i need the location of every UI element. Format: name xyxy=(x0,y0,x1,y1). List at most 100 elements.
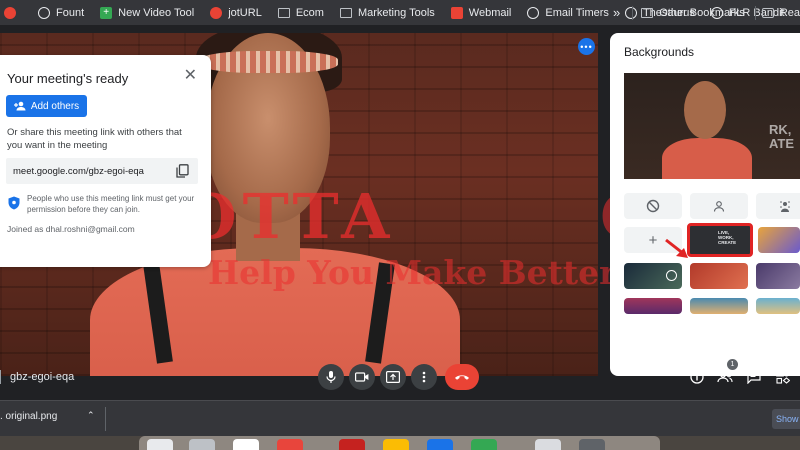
meet-area: HOTTA Help You Make Better OW Your meeti… xyxy=(0,25,800,400)
no-effect-icon xyxy=(646,199,660,213)
end-call-button[interactable] xyxy=(445,364,479,390)
divider xyxy=(0,370,1,384)
present-button[interactable] xyxy=(380,364,406,390)
meeting-ready-title: Your meeting's ready xyxy=(7,71,129,86)
bookmark-new-video-tool[interactable]: + New Video Tool xyxy=(100,6,195,19)
bookmarks-overflow-button[interactable]: » xyxy=(613,5,620,20)
permission-text: People who use this meeting link must ge… xyxy=(27,194,195,214)
copy-icon[interactable] xyxy=(176,164,189,178)
more-options-icon[interactable]: ••• xyxy=(578,38,595,55)
person-headband xyxy=(200,51,338,73)
globe-icon xyxy=(38,6,50,19)
bookmark-label: New Video Tool xyxy=(118,6,195,19)
background-tile[interactable] xyxy=(690,263,748,289)
activities-button[interactable] xyxy=(773,367,793,387)
bookmark-marketing-tools[interactable]: Marketing Tools xyxy=(339,6,435,19)
bookmark-label: jotURL xyxy=(228,6,262,19)
dock-app-icon[interactable] xyxy=(277,439,303,450)
bookmark-ecom[interactable]: Ecom xyxy=(277,6,324,19)
divider xyxy=(632,5,634,20)
close-icon[interactable]: ✕ xyxy=(184,68,197,84)
globe-icon xyxy=(527,6,540,19)
dock-app-icon[interactable] xyxy=(471,439,497,450)
background-tile-live-work-create[interactable]: LIVE, WORK, CREATE xyxy=(687,223,753,257)
download-bar: . original.png ⌃ Show a xyxy=(0,400,800,436)
more-options-button[interactable] xyxy=(411,364,437,390)
meeting-code-area: gbz-egoi-eqa xyxy=(0,370,74,384)
participants-button[interactable] xyxy=(715,367,735,387)
divider xyxy=(754,5,756,20)
folder-icon xyxy=(277,7,290,18)
share-text: Or share this meeting link with others t… xyxy=(7,127,182,151)
background-tile[interactable] xyxy=(624,263,682,289)
preview-person-head xyxy=(684,81,726,139)
meeting-ready-card: Your meeting's ready ✕ Add others Or sha… xyxy=(0,55,211,267)
dock xyxy=(0,436,800,450)
folder-icon xyxy=(339,7,352,18)
slight-blur-tile[interactable] xyxy=(690,193,748,219)
bookmarks-bar: Fount + New Video Tool jotURL Ecom Marke… xyxy=(0,0,800,25)
webmail-icon xyxy=(450,6,463,19)
camera-button[interactable] xyxy=(349,364,375,390)
jot-icon xyxy=(210,6,223,19)
bookmark-webmail[interactable]: Webmail xyxy=(450,6,512,19)
other-bookmarks[interactable]: Other Bookmarks xyxy=(641,7,745,19)
chat-button[interactable] xyxy=(744,367,764,387)
bookmark-email-timers[interactable]: Email Timers xyxy=(527,6,609,19)
person-add-icon xyxy=(13,101,26,111)
microphone-button[interactable] xyxy=(318,364,344,390)
dock-app-icon[interactable] xyxy=(189,439,215,450)
blur-icon xyxy=(780,201,790,212)
background-tile[interactable] xyxy=(624,298,682,314)
reading-list[interactable]: Rea xyxy=(761,6,800,19)
meet-controls-bar: gbz-egoi-eqa xyxy=(0,360,800,396)
annotation-arrow-icon xyxy=(665,238,688,258)
blur-tile[interactable] xyxy=(756,193,800,219)
divider xyxy=(105,407,106,431)
backgrounds-title: Backgrounds xyxy=(624,45,695,59)
activities-icon xyxy=(776,370,790,384)
dock-app-icon[interactable] xyxy=(427,439,453,450)
backgrounds-panel: Backgrounds RK, ATE + LIVE, WORK, CREATE xyxy=(610,33,800,376)
favicon-icon xyxy=(4,6,16,19)
present-icon xyxy=(386,371,400,383)
chevron-up-icon[interactable]: ⌃ xyxy=(87,410,95,421)
bookmark-item[interactable] xyxy=(4,6,22,19)
dock-app-icon[interactable] xyxy=(535,439,561,450)
dock-app-icon[interactable] xyxy=(233,439,259,450)
screen: Fount + New Video Tool jotURL Ecom Marke… xyxy=(0,0,800,450)
bookmark-fount[interactable]: Fount xyxy=(38,6,84,19)
bookmark-joturl[interactable]: jotURL xyxy=(210,6,262,19)
meeting-link-box[interactable]: meet.google.com/gbz-egoi-eqa xyxy=(6,158,198,184)
show-all-button[interactable]: Show a xyxy=(772,409,800,429)
other-bookmarks-label: Other Bookmarks xyxy=(659,6,745,19)
background-tile[interactable] xyxy=(758,227,800,253)
background-preview: RK, ATE xyxy=(624,73,800,179)
bookmark-label: Webmail xyxy=(468,6,512,19)
bookmark-label: Marketing Tools xyxy=(357,6,435,19)
preview-wall-text: RK, ATE xyxy=(768,122,794,151)
background-tile[interactable] xyxy=(756,263,800,289)
hang-up-icon xyxy=(455,375,469,380)
dock-app-icon[interactable] xyxy=(147,439,173,450)
dock-app-icon[interactable] xyxy=(579,439,605,450)
meeting-code: gbz-egoi-eqa xyxy=(10,371,75,383)
reading-list-icon xyxy=(761,7,774,18)
background-tile[interactable] xyxy=(756,298,800,314)
download-file-name[interactable]: . original.png xyxy=(0,411,57,422)
bookmark-label: Email Timers xyxy=(545,6,609,19)
meeting-link: meet.google.com/gbz-egoi-eqa xyxy=(13,165,144,177)
camera-icon xyxy=(355,372,369,382)
dock-app-icon[interactable] xyxy=(383,439,409,450)
more-vert-icon xyxy=(422,371,426,383)
meeting-details-button[interactable] xyxy=(687,367,707,387)
no-effect-tile[interactable] xyxy=(624,193,682,219)
bookmark-label: Ecom xyxy=(295,6,324,19)
add-others-button[interactable]: Add others xyxy=(6,95,87,117)
info-icon xyxy=(690,370,704,384)
plus-square-icon: + xyxy=(100,6,113,19)
dock-app-icon[interactable] xyxy=(339,439,365,450)
background-tile[interactable] xyxy=(690,298,748,314)
reading-list-label: Rea xyxy=(779,6,800,19)
shield-icon xyxy=(8,196,20,210)
